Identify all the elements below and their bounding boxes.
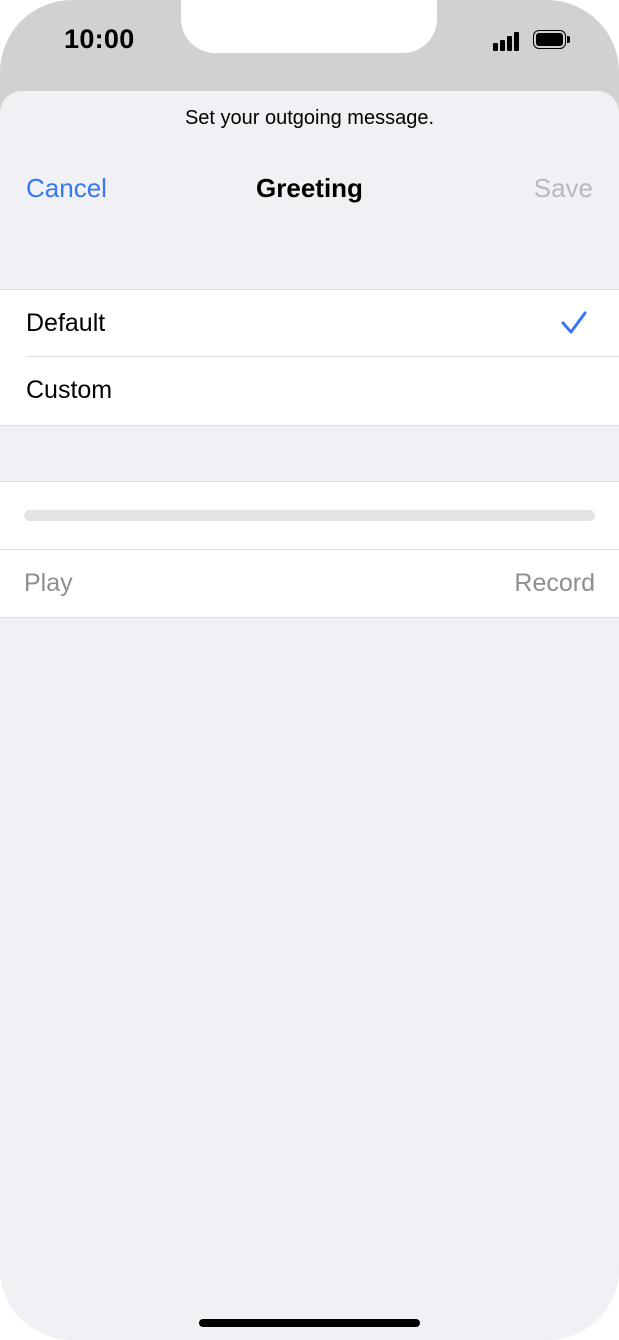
sheet-prompt: Set your outgoing message. bbox=[184, 107, 435, 129]
record-button[interactable]: Record bbox=[514, 569, 595, 598]
battery-icon bbox=[533, 30, 571, 51]
checkmark-icon bbox=[561, 311, 587, 334]
playback-progress-bar[interactable] bbox=[24, 510, 595, 521]
status-time: 10:00 bbox=[64, 24, 135, 54]
option-label: Custom bbox=[26, 376, 113, 404]
row-divider bbox=[0, 549, 619, 550]
option-default[interactable]: Default bbox=[0, 290, 619, 357]
save-button[interactable]: Save bbox=[534, 173, 593, 204]
greeting-sheet: Set your outgoing message. Cancel Greeti… bbox=[0, 91, 619, 1340]
greeting-player: Play Record bbox=[0, 481, 619, 618]
page-title: Greeting bbox=[256, 173, 363, 203]
play-button[interactable]: Play bbox=[24, 569, 73, 598]
camera-notch bbox=[181, 0, 437, 53]
greeting-options-list: Default Custom bbox=[0, 289, 619, 426]
option-label: Default bbox=[26, 309, 106, 337]
home-indicator[interactable] bbox=[199, 1319, 420, 1327]
cellular-signal-icon bbox=[493, 31, 523, 51]
phone-screen: 10:00 Set your outgoing message. Cancel … bbox=[0, 0, 619, 1340]
option-custom[interactable]: Custom bbox=[0, 357, 619, 424]
